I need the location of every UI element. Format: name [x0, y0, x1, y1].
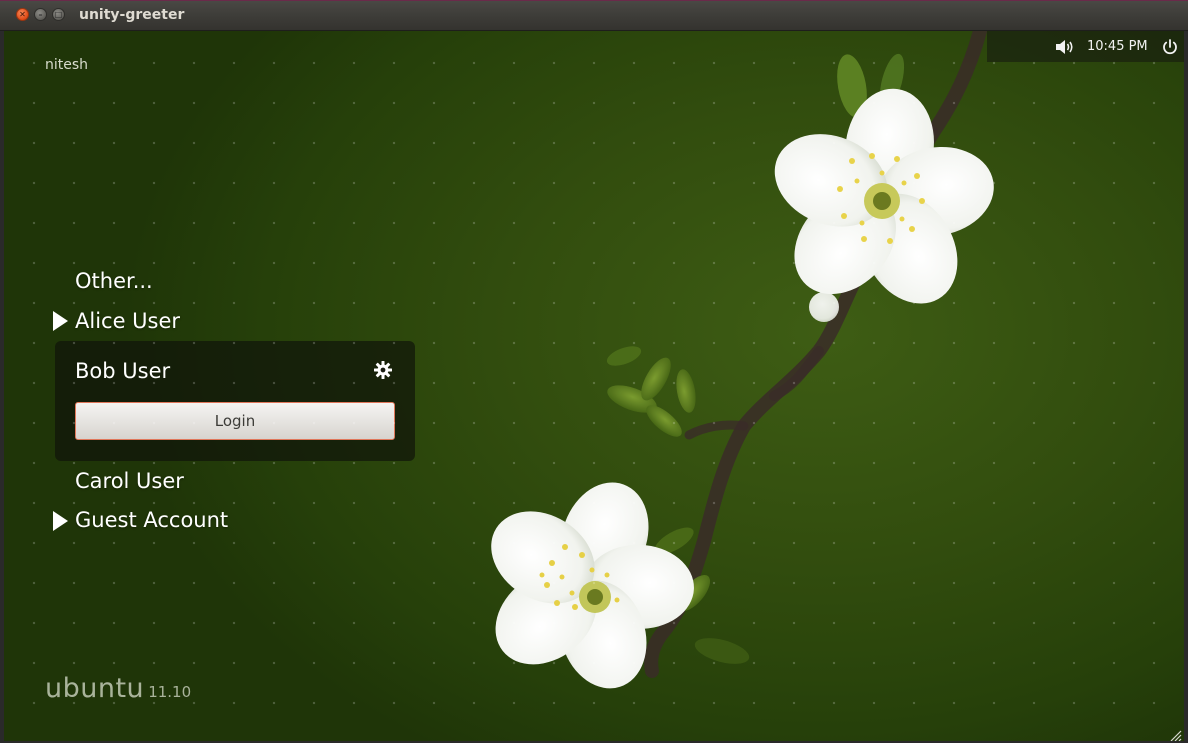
greeter-window: ✕ – □ unity-greeter 10:45 PM nitesh Othe… — [0, 0, 1188, 743]
selected-user-box: Bob User Login — [55, 341, 415, 461]
login-button[interactable]: Login — [75, 402, 395, 440]
minimize-window-button[interactable]: – — [34, 8, 47, 21]
close-window-button[interactable]: ✕ — [16, 8, 29, 21]
expand-arrow-icon[interactable] — [53, 511, 68, 531]
user-item-carol[interactable]: Carol User — [75, 469, 184, 493]
close-icon: ✕ — [19, 10, 26, 19]
ubuntu-logo: ubuntu 11.10 — [45, 673, 191, 704]
gear-icon[interactable] — [373, 360, 393, 384]
user-item-other[interactable]: Other... — [75, 269, 153, 293]
power-icon[interactable] — [1161, 38, 1179, 60]
minimize-icon: – — [38, 10, 43, 19]
expand-arrow-icon[interactable] — [53, 311, 68, 331]
title-bar[interactable]: ✕ – □ unity-greeter — [0, 0, 1188, 31]
logo-wordmark: ubuntu — [45, 673, 145, 704]
window-title: unity-greeter — [79, 7, 185, 23]
version-label: 11.10 — [148, 683, 192, 701]
top-panel — [987, 31, 1184, 62]
greeter-screen: 10:45 PM nitesh Other... Alice User Bob … — [4, 31, 1184, 741]
resize-grip-icon[interactable] — [1170, 727, 1182, 741]
user-item-guest[interactable]: Guest Account — [75, 508, 228, 532]
hostname-label: nitesh — [45, 57, 89, 73]
selected-user-name[interactable]: Bob User — [75, 359, 170, 383]
speaker-volume-icon[interactable] — [1054, 38, 1076, 60]
user-item-alice[interactable]: Alice User — [75, 309, 180, 333]
maximize-icon: □ — [54, 10, 63, 19]
maximize-window-button[interactable]: □ — [52, 8, 65, 21]
panel-clock[interactable]: 10:45 PM — [1087, 39, 1148, 54]
